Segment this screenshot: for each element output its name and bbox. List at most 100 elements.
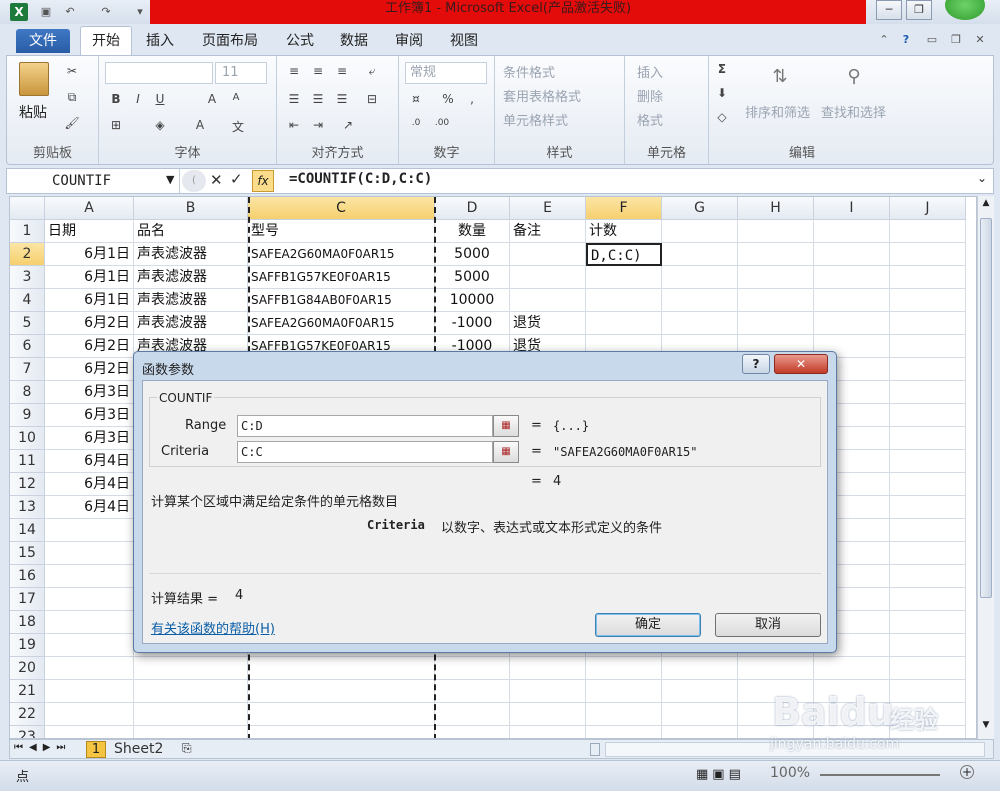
cell[interactable]	[45, 519, 134, 542]
cell[interactable]	[510, 243, 586, 266]
cell[interactable]	[738, 220, 814, 243]
cell[interactable]	[134, 680, 248, 703]
cell[interactable]: 6月4日	[45, 450, 134, 473]
delete-cells-button[interactable]: 删除	[637, 86, 663, 105]
ok-button[interactable]: 确定	[595, 613, 701, 637]
row-header[interactable]: 17	[10, 588, 45, 611]
paste-icon[interactable]	[19, 62, 49, 96]
cell[interactable]: SAFEA2G60MA0F0AR15	[248, 312, 435, 335]
tab-home[interactable]: 开始	[80, 26, 132, 56]
function-help-link[interactable]: 有关该函数的帮助(H)	[151, 618, 275, 637]
column-header[interactable]: F	[586, 197, 662, 220]
cell[interactable]	[890, 220, 966, 243]
cell[interactable]	[890, 657, 966, 680]
formula-bar-handle-icon[interactable]: (	[182, 170, 206, 192]
column-header[interactable]: B	[134, 197, 248, 220]
cell[interactable]: 退货	[510, 312, 586, 335]
cell[interactable]: 6月1日	[45, 289, 134, 312]
cell[interactable]	[890, 450, 966, 473]
underline-icon[interactable]: U	[151, 92, 169, 106]
format-cells-button[interactable]: 格式	[637, 110, 663, 129]
cell[interactable]	[435, 726, 510, 738]
cell[interactable]	[586, 266, 662, 289]
cell-styles-button[interactable]: 单元格样式	[503, 110, 568, 129]
column-header[interactable]: J	[890, 197, 966, 220]
cell[interactable]: 声表滤波器	[134, 312, 248, 335]
cell[interactable]	[814, 289, 890, 312]
cell[interactable]	[134, 657, 248, 680]
cell[interactable]	[662, 726, 738, 738]
cell[interactable]	[890, 381, 966, 404]
cell[interactable]: 6月3日	[45, 427, 134, 450]
align-center-icon[interactable]: ☰	[309, 92, 327, 106]
cell[interactable]	[248, 657, 435, 680]
column-header[interactable]: I	[814, 197, 890, 220]
tab-data[interactable]: 数据	[334, 28, 374, 54]
tab-review[interactable]: 审阅	[389, 28, 429, 54]
cell[interactable]	[662, 703, 738, 726]
cell[interactable]	[662, 243, 738, 266]
cancel-entry-icon[interactable]: ✕	[210, 171, 223, 189]
currency-icon[interactable]: ¤	[407, 92, 425, 106]
find-select-button[interactable]: 查找和选择	[821, 102, 886, 121]
save-icon[interactable]: ▣	[38, 4, 54, 20]
cell[interactable]	[890, 243, 966, 266]
cell[interactable]	[890, 565, 966, 588]
sheet-tab-sheet2[interactable]: Sheet2	[114, 741, 163, 757]
font-size-dropdown[interactable]: 11	[215, 62, 267, 84]
sort-filter-icon[interactable]: ⇅	[771, 66, 789, 87]
criteria-collapse-icon[interactable]: ▦	[493, 441, 519, 463]
insert-sheet-icon[interactable]: ⎘	[182, 741, 192, 756]
cell[interactable]	[890, 427, 966, 450]
row-header[interactable]: 1	[10, 220, 45, 243]
cell[interactable]	[45, 657, 134, 680]
cell[interactable]	[248, 726, 435, 738]
cell[interactable]	[738, 266, 814, 289]
font-name-dropdown[interactable]	[105, 62, 213, 84]
row-header[interactable]: 2	[10, 243, 45, 266]
tab-insert[interactable]: 插入	[140, 28, 180, 54]
column-header[interactable]: E	[510, 197, 586, 220]
tab-view[interactable]: 视图	[444, 28, 484, 54]
undo-icon[interactable]: ↶	[62, 4, 78, 20]
restore-icon[interactable]: ❐	[906, 0, 932, 20]
sheet-nav-icon[interactable]: ⏮◀▶⏭	[14, 742, 71, 753]
cell[interactable]	[435, 680, 510, 703]
tab-split-handle[interactable]	[590, 743, 600, 756]
range-input[interactable]: C:D	[237, 415, 493, 437]
grow-font-icon[interactable]: A	[203, 92, 221, 106]
cell[interactable]: 型号	[248, 220, 435, 243]
zoom-in-icon[interactable]: +	[960, 765, 974, 779]
column-header[interactable]: C	[248, 197, 435, 220]
cell[interactable]	[45, 680, 134, 703]
column-header[interactable]: D	[435, 197, 510, 220]
cell[interactable]: 6月1日	[45, 266, 134, 289]
dialog-help-button[interactable]: ?	[742, 354, 770, 374]
cell[interactable]	[890, 404, 966, 427]
font-color-icon[interactable]: A	[191, 118, 209, 132]
cell[interactable]	[586, 726, 662, 738]
cell[interactable]: 6月3日	[45, 381, 134, 404]
row-header[interactable]: 5	[10, 312, 45, 335]
row-header[interactable]: 12	[10, 473, 45, 496]
wb-restore-icon[interactable]: ❐	[948, 32, 964, 48]
row-header[interactable]: 21	[10, 680, 45, 703]
orientation-icon[interactable]: ↗	[339, 118, 357, 132]
align-left-icon[interactable]: ☰	[285, 92, 303, 106]
cell[interactable]	[248, 680, 435, 703]
wrap-text-icon[interactable]: ⤶	[363, 64, 381, 79]
cell[interactable]	[510, 703, 586, 726]
decrease-indent-icon[interactable]: ⇤	[285, 118, 303, 132]
conditional-format-button[interactable]: 条件格式	[503, 62, 555, 81]
cell[interactable]: 计数	[586, 220, 662, 243]
cell[interactable]	[890, 266, 966, 289]
select-all-corner[interactable]	[10, 197, 45, 220]
cell[interactable]: 数量	[435, 220, 510, 243]
cell[interactable]	[510, 266, 586, 289]
vertical-scrollbar[interactable]: ▲ ▼	[977, 196, 994, 739]
bold-icon[interactable]: B	[107, 92, 125, 106]
cell[interactable]: 6月2日	[45, 335, 134, 358]
column-header[interactable]: A	[45, 197, 134, 220]
cell[interactable]: SAFEA2G60MA0F0AR15	[248, 243, 435, 266]
shrink-font-icon[interactable]: A	[227, 92, 245, 103]
